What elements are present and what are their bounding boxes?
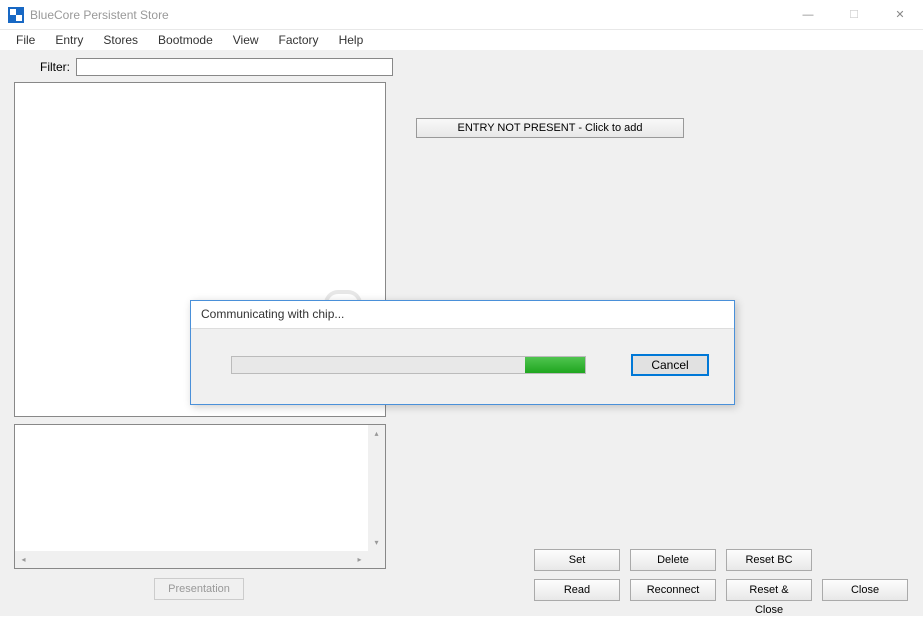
menu-entry[interactable]: Entry — [47, 31, 91, 49]
minimize-button[interactable]: — — [785, 0, 831, 30]
horizontal-scrollbar[interactable]: ◂ ▸ — [15, 551, 368, 568]
vertical-scrollbar[interactable]: ▴ ▾ — [368, 425, 385, 568]
reset-close-button[interactable]: Reset & Close — [726, 579, 812, 601]
progress-fill — [525, 357, 585, 373]
cancel-button[interactable]: Cancel — [631, 354, 709, 376]
window-title: BlueCore Persistent Store — [30, 8, 785, 22]
menu-help[interactable]: Help — [331, 31, 372, 49]
app-icon — [8, 7, 24, 23]
presentation-button: Presentation — [154, 578, 244, 600]
delete-button[interactable]: Delete — [630, 549, 716, 571]
scroll-down-icon[interactable]: ▾ — [368, 534, 385, 551]
scroll-up-icon[interactable]: ▴ — [368, 425, 385, 442]
scroll-right-icon[interactable]: ▸ — [351, 551, 368, 568]
read-button[interactable]: Read — [534, 579, 620, 601]
reconnect-button[interactable]: Reconnect — [630, 579, 716, 601]
menubar: File Entry Stores Bootmode View Factory … — [0, 30, 923, 50]
menu-stores[interactable]: Stores — [95, 31, 146, 49]
filter-input[interactable] — [76, 58, 393, 76]
filter-label: Filter: — [40, 60, 70, 74]
menu-bootmode[interactable]: Bootmode — [150, 31, 221, 49]
scroll-left-icon[interactable]: ◂ — [15, 551, 32, 568]
progress-dialog: Communicating with chip... Cancel — [190, 300, 735, 405]
set-button[interactable]: Set — [534, 549, 620, 571]
progress-bar — [231, 356, 586, 374]
menu-factory[interactable]: Factory — [271, 31, 327, 49]
menu-file[interactable]: File — [8, 31, 43, 49]
menu-view[interactable]: View — [225, 31, 267, 49]
detail-box[interactable]: ▴ ▾ ◂ ▸ — [14, 424, 386, 569]
content-area: Filter: ENTRY NOT PRESENT - Click to add… — [0, 50, 923, 616]
close-button[interactable]: Close — [822, 579, 908, 601]
entry-not-present-button[interactable]: ENTRY NOT PRESENT - Click to add — [416, 118, 684, 138]
filter-row: Filter: — [40, 58, 393, 76]
window-controls: — ☐ ✕ — [785, 0, 923, 30]
reset-bc-button[interactable]: Reset BC — [726, 549, 812, 571]
dialog-title: Communicating with chip... — [191, 301, 734, 329]
maximize-button[interactable]: ☐ — [831, 0, 877, 30]
bottom-buttons: Set Delete Reset BC Read Reconnect Reset… — [534, 549, 908, 601]
titlebar: BlueCore Persistent Store — ☐ ✕ — [0, 0, 923, 30]
close-window-button[interactable]: ✕ — [877, 0, 923, 30]
